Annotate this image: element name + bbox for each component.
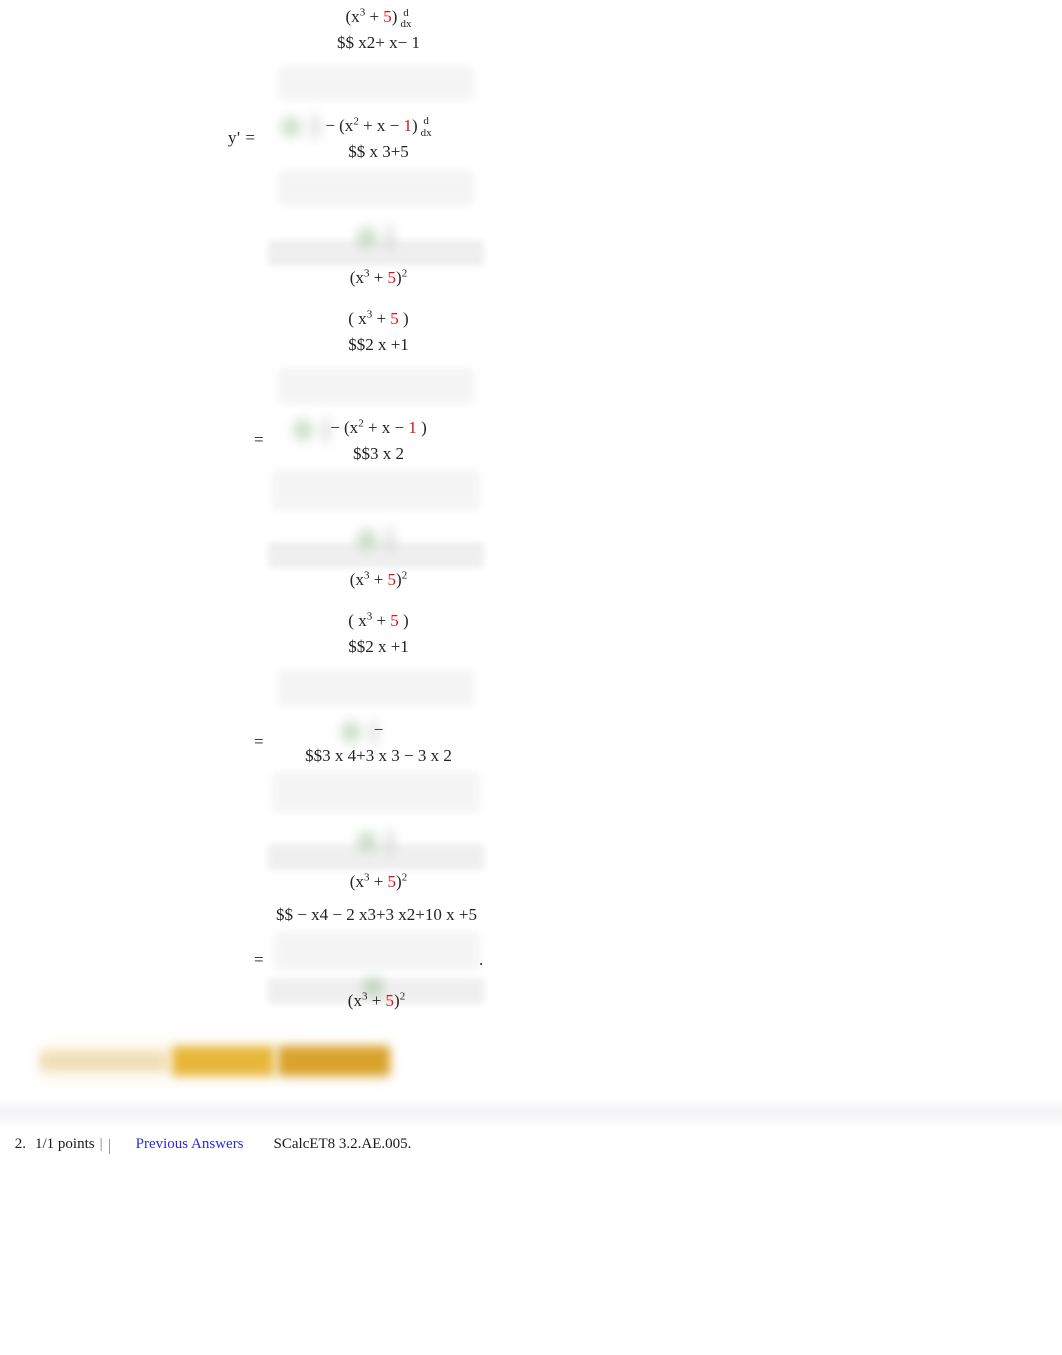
banner-segment-strong	[278, 1046, 390, 1076]
numerator-line: (x3 + 5) d dx	[345, 6, 412, 31]
fraction-denominator: (x3 + 5)2	[348, 988, 405, 1014]
numerator-line: ( x3 + 5 )	[348, 610, 409, 630]
problem-header-separator: |	[99, 1135, 103, 1152]
equation-lhs: y' =	[228, 128, 256, 147]
fraction-numerator: (x3 + 5) d dx $$ x2+ x− 1 − (x2 + x − 1) d d…	[325, 4, 431, 165]
numerator-line: −	[373, 719, 384, 739]
equation-step-1-label: y' =	[228, 128, 255, 148]
equation-step-4-label: =	[254, 950, 264, 970]
denominator-line: (x3 + 5)2	[349, 569, 408, 590]
equation-lhs: =	[254, 950, 265, 969]
equation-step-3-fraction: ( x3 + 5 ) $$2 x +1 − $$3 x 4+3 x 3 − 3 …	[276, 608, 481, 896]
denominator-line: (x3 + 5)2	[347, 990, 406, 1011]
previous-answers-link[interactable]: Previous Answers	[136, 1136, 244, 1153]
text-caret-icon	[108, 1138, 110, 1154]
numerator-line: $$ x 3+5	[348, 142, 409, 162]
derivative-operator: d dx	[420, 115, 432, 139]
equation-lhs: =	[254, 430, 265, 449]
derivative-operator: d dx	[400, 6, 412, 31]
numerator-line: $$3 x 2	[352, 444, 404, 464]
fraction-numerator: $$ − x4 − 2 x3+3 x2+10 x +5	[276, 902, 477, 928]
numerator-line: $$ x2+ x− 1	[337, 33, 420, 53]
numerator-line: $$ − x4 − 2 x3+3 x2+10 x +5	[276, 905, 477, 924]
numerator-line: $$3 x 4+3 x 3 − 3 x 2	[305, 746, 452, 766]
banner-segment-pale	[40, 1051, 168, 1071]
equation-step-4-fraction: $$ − x4 − 2 x3+3 x2+10 x +5 (x3 + 5)2	[274, 902, 479, 1015]
math-solution-worksheet: y' = (x3 + 5) d dx $$ x2+ x− 1 − (x2 + x −…	[0, 0, 1062, 1030]
equation-trailing-period: .	[479, 950, 484, 969]
equation-step-1-fraction: (x3 + 5) d dx $$ x2+ x− 1 − (x2 + x − 1) d d…	[276, 4, 481, 292]
solution-explanation-banner[interactable]	[40, 1043, 390, 1081]
fraction-numerator: ( x3 + 5 ) $$2 x +1 − (x2 + x − 1 ) $$3 …	[330, 306, 427, 467]
equation-lhs: =	[254, 732, 265, 751]
banner-segment-mid	[172, 1046, 274, 1076]
section-divider	[0, 1098, 1062, 1128]
equation-step-2-label: =	[254, 430, 264, 450]
fraction-denominator: (x3 + 5)2	[350, 567, 407, 593]
numerator-line: $$2 x +1	[348, 335, 409, 355]
denominator-line: (x3 + 5)2	[349, 871, 408, 892]
problem-code: SCalcET8 3.2.AE.005.	[273, 1135, 412, 1152]
problem-header: 2. 1/1 points | Previous Answers SCalcET…	[0, 1130, 1062, 1158]
fraction-denominator: (x3 + 5)2	[350, 869, 407, 895]
numerator-line: − (x2 + x − 1 )	[330, 417, 427, 437]
problem-number: 2.	[14, 1135, 26, 1152]
fraction-numerator: ( x3 + 5 ) $$2 x +1 − $$3 x 4+3 x 3 − 3 …	[305, 608, 452, 769]
equation-step-3-label: =	[254, 732, 264, 752]
denominator-line: (x3 + 5)2	[349, 267, 408, 288]
problem-points: 1/1 points	[35, 1135, 95, 1152]
fraction-denominator: (x3 + 5)2	[350, 265, 407, 291]
numerator-line: − (x2 + x − 1) d dx	[325, 115, 432, 139]
numerator-line: $$2 x +1	[348, 637, 409, 657]
equation-step-2-fraction: ( x3 + 5 ) $$2 x +1 − (x2 + x − 1 ) $$3 …	[276, 306, 481, 594]
numerator-line: ( x3 + 5 )	[348, 308, 409, 328]
